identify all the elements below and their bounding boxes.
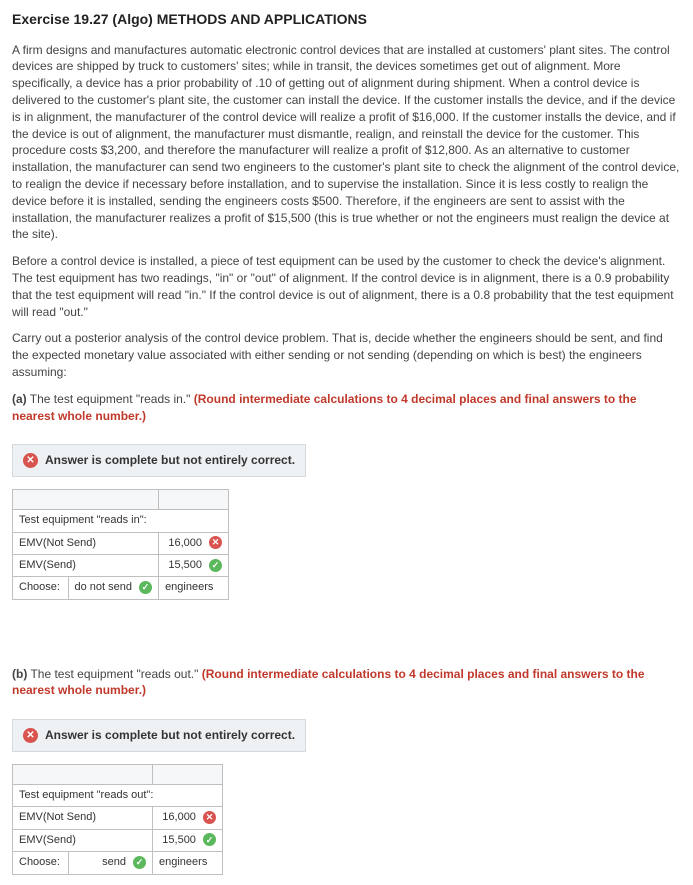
- x-circle-icon: ✕: [203, 811, 216, 824]
- choose-suffix: engineers: [153, 852, 223, 874]
- table-row: Test equipment "reads in":: [13, 510, 229, 532]
- problem-paragraph-1: A firm designs and manufactures automati…: [12, 42, 681, 244]
- table-row: EMV(Not Send) 16,000 ✕: [13, 807, 223, 829]
- part-b-status-bar: ✕ Answer is complete but not entirely co…: [12, 719, 306, 752]
- problem-paragraph-2: Before a control device is installed, a …: [12, 253, 681, 320]
- emv-send-value: 15,500: [162, 834, 196, 846]
- part-a-status-bar: ✕ Answer is complete but not entirely co…: [12, 444, 306, 477]
- table-row: Choose: do not send ✓ engineers: [13, 577, 229, 599]
- x-circle-icon: ✕: [23, 453, 38, 468]
- choose-select-cell[interactable]: do not send ✓: [68, 577, 158, 598]
- emv-notsend-label: EMV(Not Send): [13, 532, 159, 554]
- emv-notsend-value: 16,000: [168, 537, 202, 549]
- part-b-status-text: Answer is complete but not entirely corr…: [45, 727, 295, 744]
- part-a-status-text: Answer is complete but not entirely corr…: [45, 452, 295, 469]
- table-row: EMV(Send) 15,500 ✓: [13, 554, 229, 576]
- table-row: Choose: send ✓ engineers: [13, 852, 223, 874]
- emv-send-label: EMV(Send): [13, 829, 153, 851]
- emv-send-label: EMV(Send): [13, 554, 159, 576]
- x-circle-icon: ✕: [23, 728, 38, 743]
- part-a-answer-table: Test equipment "reads in": EMV(Not Send)…: [12, 489, 229, 600]
- emv-send-value-cell[interactable]: 15,500 ✓: [153, 829, 223, 851]
- choose-select-cell[interactable]: send ✓: [68, 852, 152, 873]
- check-circle-icon: ✓: [203, 833, 216, 846]
- choose-value: send: [102, 856, 126, 868]
- emv-notsend-label: EMV(Not Send): [13, 807, 153, 829]
- table-row: Test equipment "reads out":: [13, 785, 223, 807]
- check-circle-icon: ✓: [209, 559, 222, 572]
- emv-send-value: 15,500: [168, 559, 202, 571]
- exercise-title: Exercise 19.27 (Algo) METHODS AND APPLIC…: [12, 10, 681, 30]
- emv-send-value-cell[interactable]: 15,500 ✓: [159, 554, 229, 576]
- emv-notsend-value-cell[interactable]: 16,000 ✕: [159, 532, 229, 554]
- check-circle-icon: ✓: [139, 581, 152, 594]
- problem-paragraph-3: Carry out a posterior analysis of the co…: [12, 330, 681, 380]
- part-a-table-header: Test equipment "reads in":: [13, 510, 229, 532]
- part-b-table-header: Test equipment "reads out":: [13, 785, 223, 807]
- emv-notsend-value-cell[interactable]: 16,000 ✕: [153, 807, 223, 829]
- table-row: EMV(Send) 15,500 ✓: [13, 829, 223, 851]
- table-row: EMV(Not Send) 16,000 ✕: [13, 532, 229, 554]
- part-a-label: (a): [12, 392, 27, 406]
- part-b-label: (b): [12, 667, 27, 681]
- choose-label: Choose:: [13, 577, 68, 598]
- part-b-answer-table: Test equipment "reads out": EMV(Not Send…: [12, 764, 223, 875]
- choose-label: Choose:: [13, 852, 68, 873]
- part-a-prompt: (a) The test equipment "reads in." (Roun…: [12, 391, 681, 425]
- part-a-text: The test equipment "reads in.": [30, 392, 191, 406]
- choose-value: do not send: [75, 581, 133, 593]
- x-circle-icon: ✕: [209, 536, 222, 549]
- choose-suffix: engineers: [159, 577, 229, 599]
- part-b-prompt: (b) The test equipment "reads out." (Rou…: [12, 666, 681, 700]
- check-circle-icon: ✓: [133, 856, 146, 869]
- part-b-text: The test equipment "reads out.": [30, 667, 198, 681]
- emv-notsend-value: 16,000: [162, 811, 196, 823]
